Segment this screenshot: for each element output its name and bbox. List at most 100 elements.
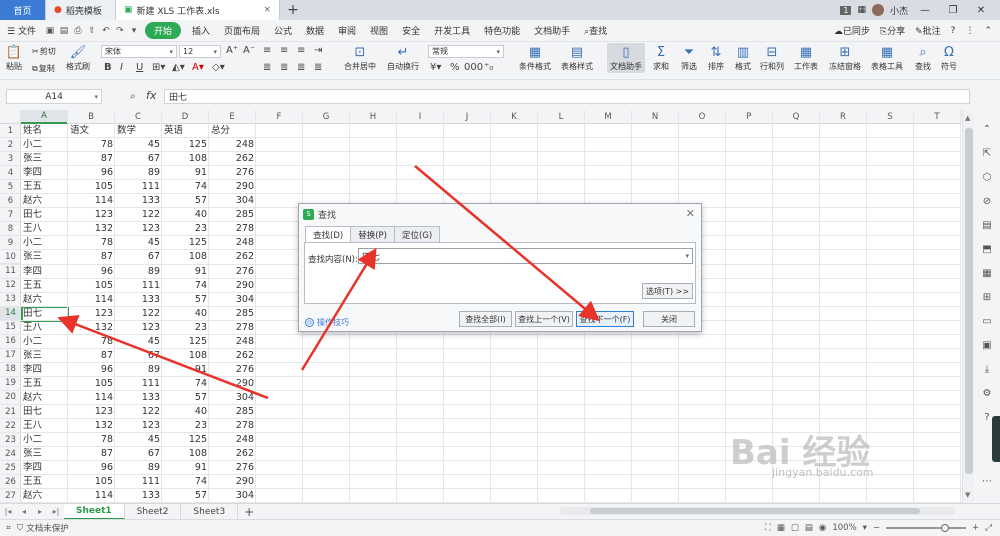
table-cell[interactable]: 285	[209, 405, 256, 419]
table-cell[interactable]: 赵六	[21, 293, 68, 307]
table-cell[interactable]: 田七	[21, 208, 68, 222]
table-cell[interactable]: 89	[115, 461, 162, 475]
freeze-panes-button[interactable]: ⊞ 冻结窗格	[829, 44, 861, 72]
table-cell[interactable]: 290	[209, 377, 256, 391]
table-cell[interactable]: 王八	[21, 222, 68, 236]
column-header-I[interactable]: I	[397, 110, 444, 124]
table-cell[interactable]: 57	[162, 293, 209, 307]
table-cell[interactable]: 45	[115, 138, 162, 152]
row-header-4[interactable]: 4	[0, 166, 21, 181]
align-left-icon[interactable]: ≣	[263, 62, 271, 73]
header-cell[interactable]: 总分	[209, 124, 256, 138]
table-cell[interactable]: 67	[115, 250, 162, 264]
table-cell[interactable]: 89	[115, 265, 162, 279]
row-header-20[interactable]: 20	[0, 391, 21, 405]
table-cell[interactable]: 262	[209, 349, 256, 363]
name-box[interactable]: A14 ▾	[6, 89, 102, 104]
table-cell[interactable]: 小二	[21, 236, 68, 250]
copy-button[interactable]: ⧉ 复制	[32, 63, 55, 74]
table-cell[interactable]: 74	[162, 180, 209, 194]
zoom-slider-knob[interactable]	[941, 524, 950, 532]
header-cell[interactable]: 数学	[115, 124, 162, 138]
add-sheet-button[interactable]: +	[238, 505, 260, 519]
decrease-font-icon[interactable]: A⁻	[243, 45, 255, 56]
table-cell[interactable]: 李四	[21, 461, 68, 475]
tips-link[interactable]: ◎ 操作技巧	[305, 317, 349, 328]
row-header-22[interactable]: 22	[0, 419, 21, 434]
table-cell[interactable]: 105	[68, 180, 115, 194]
sidebar-more-icon[interactable]: ⋯	[980, 476, 994, 490]
table-cell[interactable]: 125	[162, 335, 209, 349]
table-cell[interactable]: 张三	[21, 152, 68, 166]
grid-icon[interactable]: ▦	[857, 5, 866, 15]
menu-doc-assistant[interactable]: 文档助手	[527, 24, 577, 37]
table-cell[interactable]: 小二	[21, 433, 68, 447]
row-header-17[interactable]: 17	[0, 349, 21, 363]
table-cell[interactable]: 114	[68, 293, 115, 307]
table-cell[interactable]: 赵六	[21, 391, 68, 405]
maximize-icon[interactable]: ❐	[942, 5, 964, 16]
table-cell[interactable]: 111	[115, 279, 162, 293]
table-cell[interactable]: 87	[68, 250, 115, 264]
align-center-icon[interactable]: ≣	[280, 62, 288, 73]
table-cell[interactable]: 74	[162, 377, 209, 391]
zoom-icon[interactable]: ⌕	[130, 91, 136, 102]
column-header-G[interactable]: G	[303, 110, 350, 124]
row-header-15[interactable]: 15	[0, 321, 21, 335]
table-cell[interactable]: 114	[68, 391, 115, 405]
table-cell[interactable]: 王五	[21, 475, 68, 489]
annotate-button[interactable]: ✎批注	[915, 24, 941, 37]
table-cell[interactable]: 290	[209, 475, 256, 489]
table-cell[interactable]: 74	[162, 475, 209, 489]
new-tab-button[interactable]: +	[280, 0, 306, 20]
currency-icon[interactable]: ¥▾	[430, 62, 441, 73]
find-previous-button[interactable]: 查找上一个(V)	[515, 311, 573, 327]
table-cell[interactable]: 133	[115, 391, 162, 405]
table-cell[interactable]: 123	[115, 419, 162, 433]
table-cell[interactable]: 40	[162, 208, 209, 222]
table-cell[interactable]: 78	[68, 433, 115, 447]
row-header-2[interactable]: 2	[0, 138, 21, 153]
vertical-scrollbar[interactable]: ▲ ▼	[962, 110, 974, 503]
table-cell[interactable]: 张三	[21, 447, 68, 461]
select-icon[interactable]: ⇱	[980, 148, 994, 162]
table-cell[interactable]: 276	[209, 166, 256, 180]
row-header-11[interactable]: 11	[0, 265, 21, 279]
menu-features[interactable]: 特色功能	[477, 24, 527, 37]
column-header-E[interactable]: E	[209, 110, 256, 124]
column-header-F[interactable]: F	[256, 110, 303, 124]
table-cell[interactable]: 23	[162, 222, 209, 236]
next-sheet-icon[interactable]: ▸	[32, 507, 48, 516]
column-header-N[interactable]: N	[632, 110, 679, 124]
scroll-up-icon[interactable]: ▲	[965, 114, 970, 122]
table-cell[interactable]: 123	[68, 405, 115, 419]
worksheet-button[interactable]: ▦ 工作表	[794, 44, 818, 72]
table-cell[interactable]: 285	[209, 307, 256, 321]
last-sheet-icon[interactable]: ▸|	[48, 507, 64, 516]
menu-file[interactable]: ☰ 文件	[0, 24, 43, 37]
symbol-button[interactable]: Ω 符号	[940, 44, 958, 72]
conditional-format-button[interactable]: ▦ 条件格式	[519, 44, 551, 72]
help-icon[interactable]: ?	[951, 26, 956, 36]
column-header-C[interactable]: C	[115, 110, 162, 124]
sidebar-up-icon[interactable]: ⌃	[980, 124, 994, 138]
sort-button[interactable]: ⇅ 排序	[707, 44, 725, 72]
table-cell[interactable]: 125	[162, 236, 209, 250]
chart-icon[interactable]: ▦	[980, 268, 994, 282]
table-cell[interactable]: 123	[68, 307, 115, 321]
prev-sheet-icon[interactable]: ◂	[16, 507, 32, 516]
select-all-corner[interactable]	[0, 110, 21, 124]
fullscreen-icon[interactable]: ⛶	[765, 523, 771, 533]
table-cell[interactable]: 304	[209, 489, 256, 503]
fill-color-icon[interactable]: ◭▾	[172, 62, 185, 73]
row-header-23[interactable]: 23	[0, 433, 21, 448]
align-right-icon[interactable]: ≣	[297, 62, 305, 73]
filter-button[interactable]: ⏷ 筛选	[680, 44, 698, 72]
table-cell[interactable]: 108	[162, 152, 209, 166]
table-cell[interactable]: 132	[68, 222, 115, 236]
column-header-Q[interactable]: Q	[773, 110, 820, 124]
bold-icon[interactable]: B	[104, 62, 112, 73]
table-cell[interactable]: 133	[115, 194, 162, 208]
table-cell[interactable]: 276	[209, 461, 256, 475]
row-header-16[interactable]: 16	[0, 335, 21, 349]
